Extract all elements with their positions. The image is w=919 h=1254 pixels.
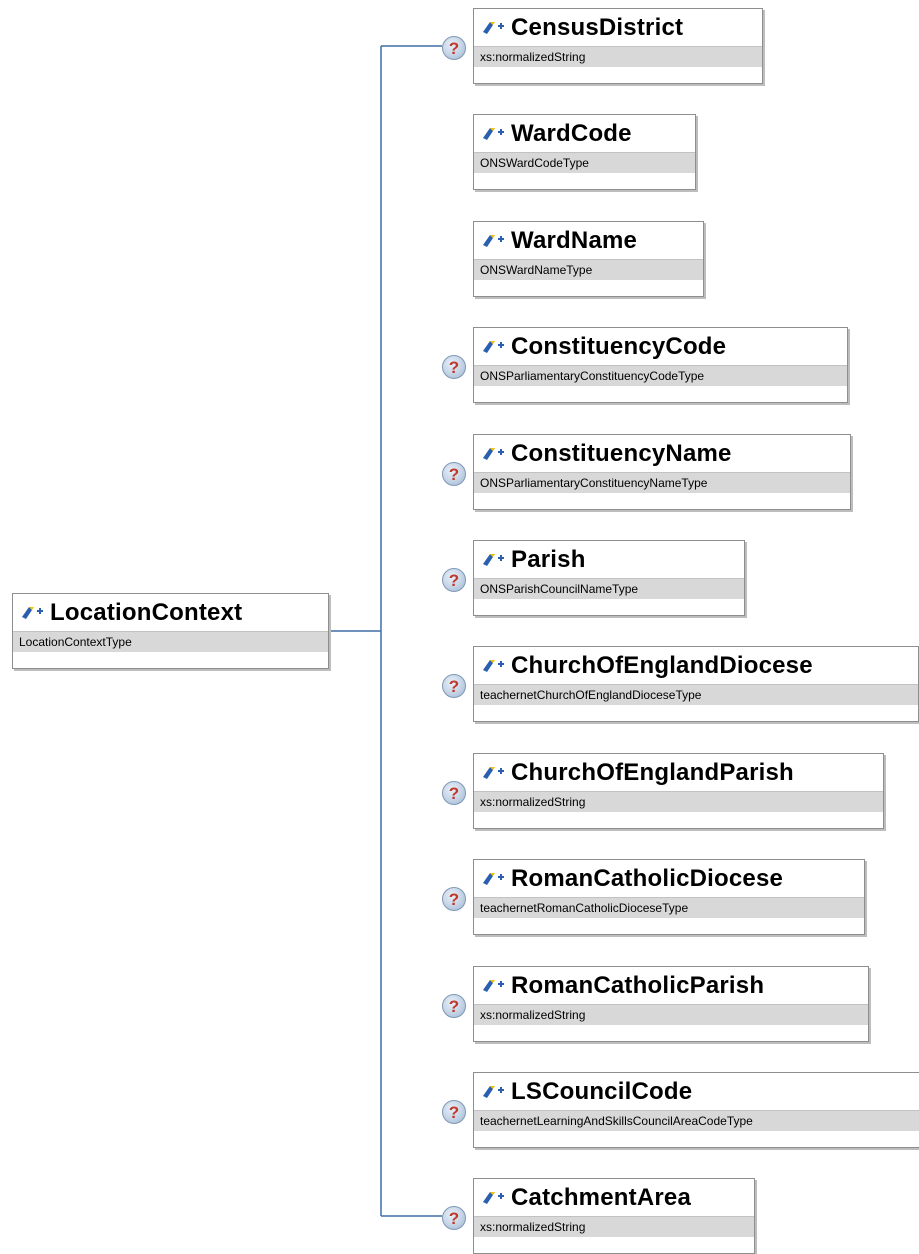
- optional-indicator-icon: ?: [442, 355, 466, 379]
- child-element-type: ONSWardNameType: [474, 259, 703, 280]
- element-icon: [481, 337, 505, 357]
- child-element-name: ConstituencyCode: [511, 332, 727, 360]
- optional-indicator-icon: ?: [442, 462, 466, 486]
- child-element-type: xs:normalizedString: [474, 46, 762, 67]
- child-element-type: teachernetRomanCatholicDioceseType: [474, 897, 864, 918]
- child-element-name: WardName: [511, 226, 638, 254]
- child-element-type: xs:normalizedString: [474, 1004, 868, 1025]
- child-element-type: ONSParliamentaryConstituencyNameType: [474, 472, 850, 493]
- element-icon: [481, 976, 505, 996]
- child-element-type: xs:normalizedString: [474, 791, 883, 812]
- element-icon: [481, 18, 505, 38]
- element-icon: [20, 603, 44, 623]
- child-element-type: ONSParishCouncilNameType: [474, 578, 744, 599]
- element-icon: [481, 231, 505, 251]
- root-element-type: LocationContextType: [13, 631, 328, 652]
- optional-indicator-icon: ?: [442, 994, 466, 1018]
- optional-indicator-icon: ?: [442, 568, 466, 592]
- element-icon: [481, 1082, 505, 1102]
- element-icon: [481, 763, 505, 783]
- optional-indicator-icon: ?: [442, 36, 466, 60]
- schema-diagram: LocationContext LocationContextType Cens…: [0, 0, 919, 1254]
- optional-indicator-icon: ?: [442, 1206, 466, 1230]
- child-element-name: RomanCatholicDiocese: [511, 864, 784, 892]
- child-element-name: CensusDistrict: [511, 13, 684, 41]
- child-element-box[interactable]: RomanCatholicDiocese teachernetRomanCatho…: [473, 859, 865, 935]
- optional-indicator-icon: ?: [442, 887, 466, 911]
- child-element-name: ChurchOfEnglandDiocese: [511, 651, 813, 679]
- child-element-box[interactable]: RomanCatholicParish xs:normalizedString: [473, 966, 869, 1042]
- optional-indicator-icon: ?: [442, 674, 466, 698]
- child-element-box[interactable]: WardCode ONSWardCodeType: [473, 114, 696, 190]
- child-element-box[interactable]: ChurchOfEnglandDiocese teachernetChurchOf…: [473, 646, 919, 722]
- child-element-name: CatchmentArea: [511, 1183, 691, 1211]
- child-element-type: ONSWardCodeType: [474, 152, 695, 173]
- root-element-box[interactable]: LocationContext LocationContextType: [12, 593, 329, 669]
- element-icon: [481, 869, 505, 889]
- child-element-name: LSCouncilCode: [511, 1077, 693, 1105]
- element-icon: [481, 1188, 505, 1208]
- child-element-name: Parish: [511, 545, 586, 573]
- optional-indicator-icon: ?: [442, 781, 466, 805]
- element-icon: [481, 656, 505, 676]
- child-element-name: ConstituencyName: [511, 439, 732, 467]
- child-element-type: teachernetChurchOfEnglandDioceseType: [474, 684, 918, 705]
- child-element-box[interactable]: ChurchOfEnglandParish xs:normalizedString: [473, 753, 884, 829]
- optional-indicator-icon: ?: [442, 1100, 466, 1124]
- child-element-box[interactable]: LSCouncilCode teachernetLearningAndSkills…: [473, 1072, 919, 1148]
- element-icon: [481, 124, 505, 144]
- child-element-name: RomanCatholicParish: [511, 971, 765, 999]
- child-element-type: teachernetLearningAndSkillsCouncilAreaCo…: [474, 1110, 919, 1131]
- root-element-name: LocationContext: [50, 598, 243, 626]
- child-element-type: ONSParliamentaryConstituencyCodeType: [474, 365, 847, 386]
- child-element-name: ChurchOfEnglandParish: [511, 758, 794, 786]
- child-element-box[interactable]: ConstituencyName ONSParliamentaryConstitu…: [473, 434, 851, 510]
- element-icon: [481, 444, 505, 464]
- child-element-box[interactable]: CatchmentArea xs:normalizedString: [473, 1178, 755, 1254]
- child-element-box[interactable]: ConstituencyCode ONSParliamentaryConstitu…: [473, 327, 848, 403]
- child-element-name: WardCode: [511, 119, 632, 147]
- child-element-box[interactable]: WardName ONSWardNameType: [473, 221, 704, 297]
- child-element-box[interactable]: CensusDistrict xs:normalizedString: [473, 8, 763, 84]
- element-icon: [481, 550, 505, 570]
- child-element-box[interactable]: Parish ONSParishCouncilNameType: [473, 540, 745, 616]
- child-element-type: xs:normalizedString: [474, 1216, 754, 1237]
